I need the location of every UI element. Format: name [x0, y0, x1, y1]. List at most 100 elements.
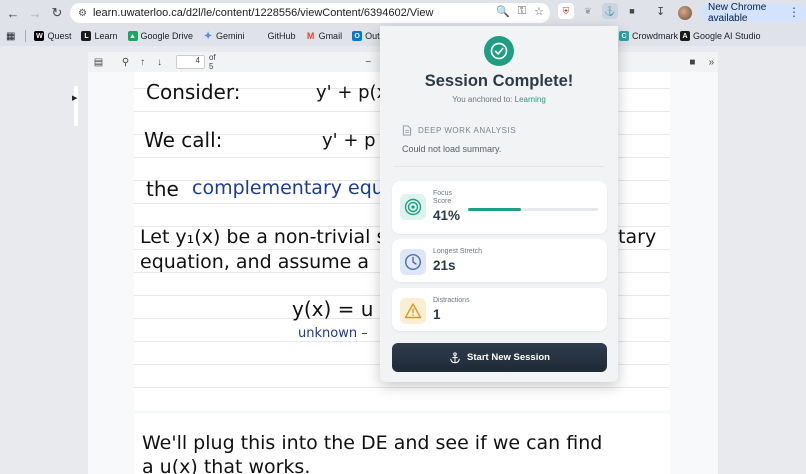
check-circle-icon [484, 36, 514, 66]
clock-icon [400, 249, 426, 275]
extensions-area: ⛨ ❦ ⚓ ■ [558, 3, 640, 19]
menu-kebab-icon[interactable]: ⋮ [788, 5, 800, 19]
note-line-consider-label: Consider: [146, 80, 241, 104]
focus-label-line-2: Score [433, 198, 452, 205]
note-complementary-term: complementary equ [192, 177, 384, 199]
longest-stretch-card: Longest Stretch 21s [392, 239, 607, 282]
focus-score-value: 41% [433, 208, 461, 223]
clock-svg [404, 253, 422, 271]
chevron-right-icon: ▶ [72, 95, 78, 102]
anchor-topic: Learning [514, 95, 546, 104]
subtitle-prefix: You anchored to: [452, 95, 513, 104]
profile-avatar[interactable] [678, 6, 692, 20]
address-bar[interactable]: ⚙ learn.uwaterloo.ca/d2l/le/content/1228… [70, 3, 550, 23]
note-line-we-call-eq: y' + p [322, 130, 376, 151]
crowdmark-icon: C [619, 31, 629, 41]
sidebar-toggle[interactable]: ▶ [72, 86, 78, 126]
outlook-icon: O [352, 31, 363, 41]
bookmark-gmail[interactable]: M Gmail [306, 31, 343, 41]
bookmark-crowdmark[interactable]: C Crowdmark [619, 31, 678, 41]
note-line-the: the [146, 177, 179, 201]
zoom-out-icon[interactable]: − [362, 57, 375, 68]
bookmark-label: Gmail [318, 31, 343, 41]
note-line-let: Let y₁(x) be a non-trivial s [140, 226, 387, 248]
thumbnails-icon[interactable]: ▤ [92, 57, 105, 68]
learn-icon: L [81, 31, 92, 41]
bookmark-label: GitHub [267, 31, 296, 41]
check-circle-svg [490, 42, 508, 60]
search-icon[interactable]: ⚲ [119, 57, 132, 68]
section-divider [394, 166, 604, 167]
note-unknown-label: unknown – [298, 326, 368, 341]
distractions-value: 1 [433, 307, 441, 322]
bookmark-star-icon[interactable]: ☆ [534, 5, 544, 18]
bookmark-label: Learn [94, 31, 118, 41]
distractions-label: Distractions [433, 297, 470, 304]
bookmark-ai-studio[interactable]: A Google AI Studio [680, 31, 761, 41]
ai-studio-icon: A [680, 31, 690, 41]
prev-page-icon[interactable]: ↑ [136, 57, 149, 68]
page-count: of 5 [208, 53, 216, 71]
drive-icon: ▲ [127, 31, 138, 41]
analysis-summary: Could not load summary. [402, 144, 502, 154]
github-icon [255, 31, 265, 41]
note-y-equals-u: y(x) = u [292, 297, 374, 321]
back-icon[interactable]: ← [2, 2, 24, 24]
bookmark-google-drive[interactable]: ▲ Google Drive [127, 31, 194, 41]
analysis-heading: DEEP WORK ANALYSIS [402, 125, 516, 136]
bookmark-gemini[interactable]: ✦ Gemini [203, 30, 245, 42]
next-page-icon[interactable]: ↓ [153, 57, 166, 68]
apps-grid-icon[interactable]: ▦ [6, 31, 15, 42]
browser-toolbar: ← → ↻ ⚙ learn.uwaterloo.ca/d2l/le/conten… [0, 0, 806, 26]
site-info-icon[interactable]: ⚙ [78, 8, 87, 19]
session-complete-popup: Session Complete! You anchored to: Learn… [380, 26, 618, 382]
bookmark-label: Quest [47, 31, 72, 41]
note-plug-line: We'll plug this into the DE and see if w… [142, 432, 603, 454]
reload-icon[interactable]: ↻ [46, 2, 68, 24]
warning-icon [400, 298, 426, 324]
password-key-icon[interactable]: ⚿ [518, 5, 526, 18]
shield-extension-icon[interactable]: ⛨ [558, 3, 574, 19]
bookmark-learn[interactable]: L Learn [81, 31, 118, 41]
gmail-icon: M [306, 31, 315, 41]
quest-icon: W [34, 31, 45, 41]
bookmarks-divider [25, 30, 27, 42]
bookmark-github[interactable]: GitHub [255, 31, 296, 41]
start-new-session-button[interactable]: Start New Session [392, 343, 607, 372]
forward-icon[interactable]: → [24, 2, 46, 24]
bookmark-label: Crowdmark [632, 31, 679, 41]
popup-title: Session Complete! [424, 72, 574, 90]
more-tools-icon[interactable]: » [705, 57, 718, 68]
note-line-equation: equation, and assume a [140, 251, 370, 273]
paper-extension-icon[interactable]: ❦ [580, 3, 596, 19]
distractions-card: Distractions 1 [392, 288, 607, 331]
focus-progress-bar [468, 208, 598, 211]
gemini-icon: ✦ [203, 30, 213, 42]
target-svg [404, 198, 422, 216]
bookmark-quest[interactable]: W Quest [34, 31, 71, 41]
bookmark-label: Google AI Studio [693, 31, 761, 41]
focus-score-card: Focus Score 41% [392, 181, 607, 234]
download-icon[interactable]: ↧ [656, 5, 665, 18]
annotate-icon[interactable]: ■ [686, 57, 699, 68]
document-icon [402, 125, 412, 136]
anchor-extension-icon[interactable]: ⚓ [602, 3, 618, 19]
start-new-session-label: Start New Session [467, 352, 550, 363]
bookmark-label: Gemini [216, 31, 245, 41]
note-line-consider-eq: y' + p(x [316, 82, 388, 103]
puzzle-extensions-icon[interactable]: ■ [624, 3, 640, 19]
bookmark-label: Google Drive [140, 31, 194, 41]
focus-progress-fill [468, 208, 522, 211]
popup-subtitle: You anchored to: Learning [380, 95, 618, 104]
page-number-input[interactable]: 4 [176, 55, 205, 69]
warning-svg [404, 303, 422, 319]
note-line-we-call-label: We call: [144, 128, 223, 152]
pdf-page-5: We'll plug this into the DE and see if w… [134, 414, 670, 474]
note-works-line: a u(x) that works. [142, 456, 311, 474]
focus-label-line-1: Focus [433, 190, 453, 197]
zoom-icon[interactable]: 🔍 [496, 5, 510, 18]
longest-stretch-value: 21s [433, 258, 456, 273]
analysis-heading-text: DEEP WORK ANALYSIS [418, 126, 517, 135]
target-icon [400, 194, 426, 220]
anchor-icon [450, 351, 460, 363]
